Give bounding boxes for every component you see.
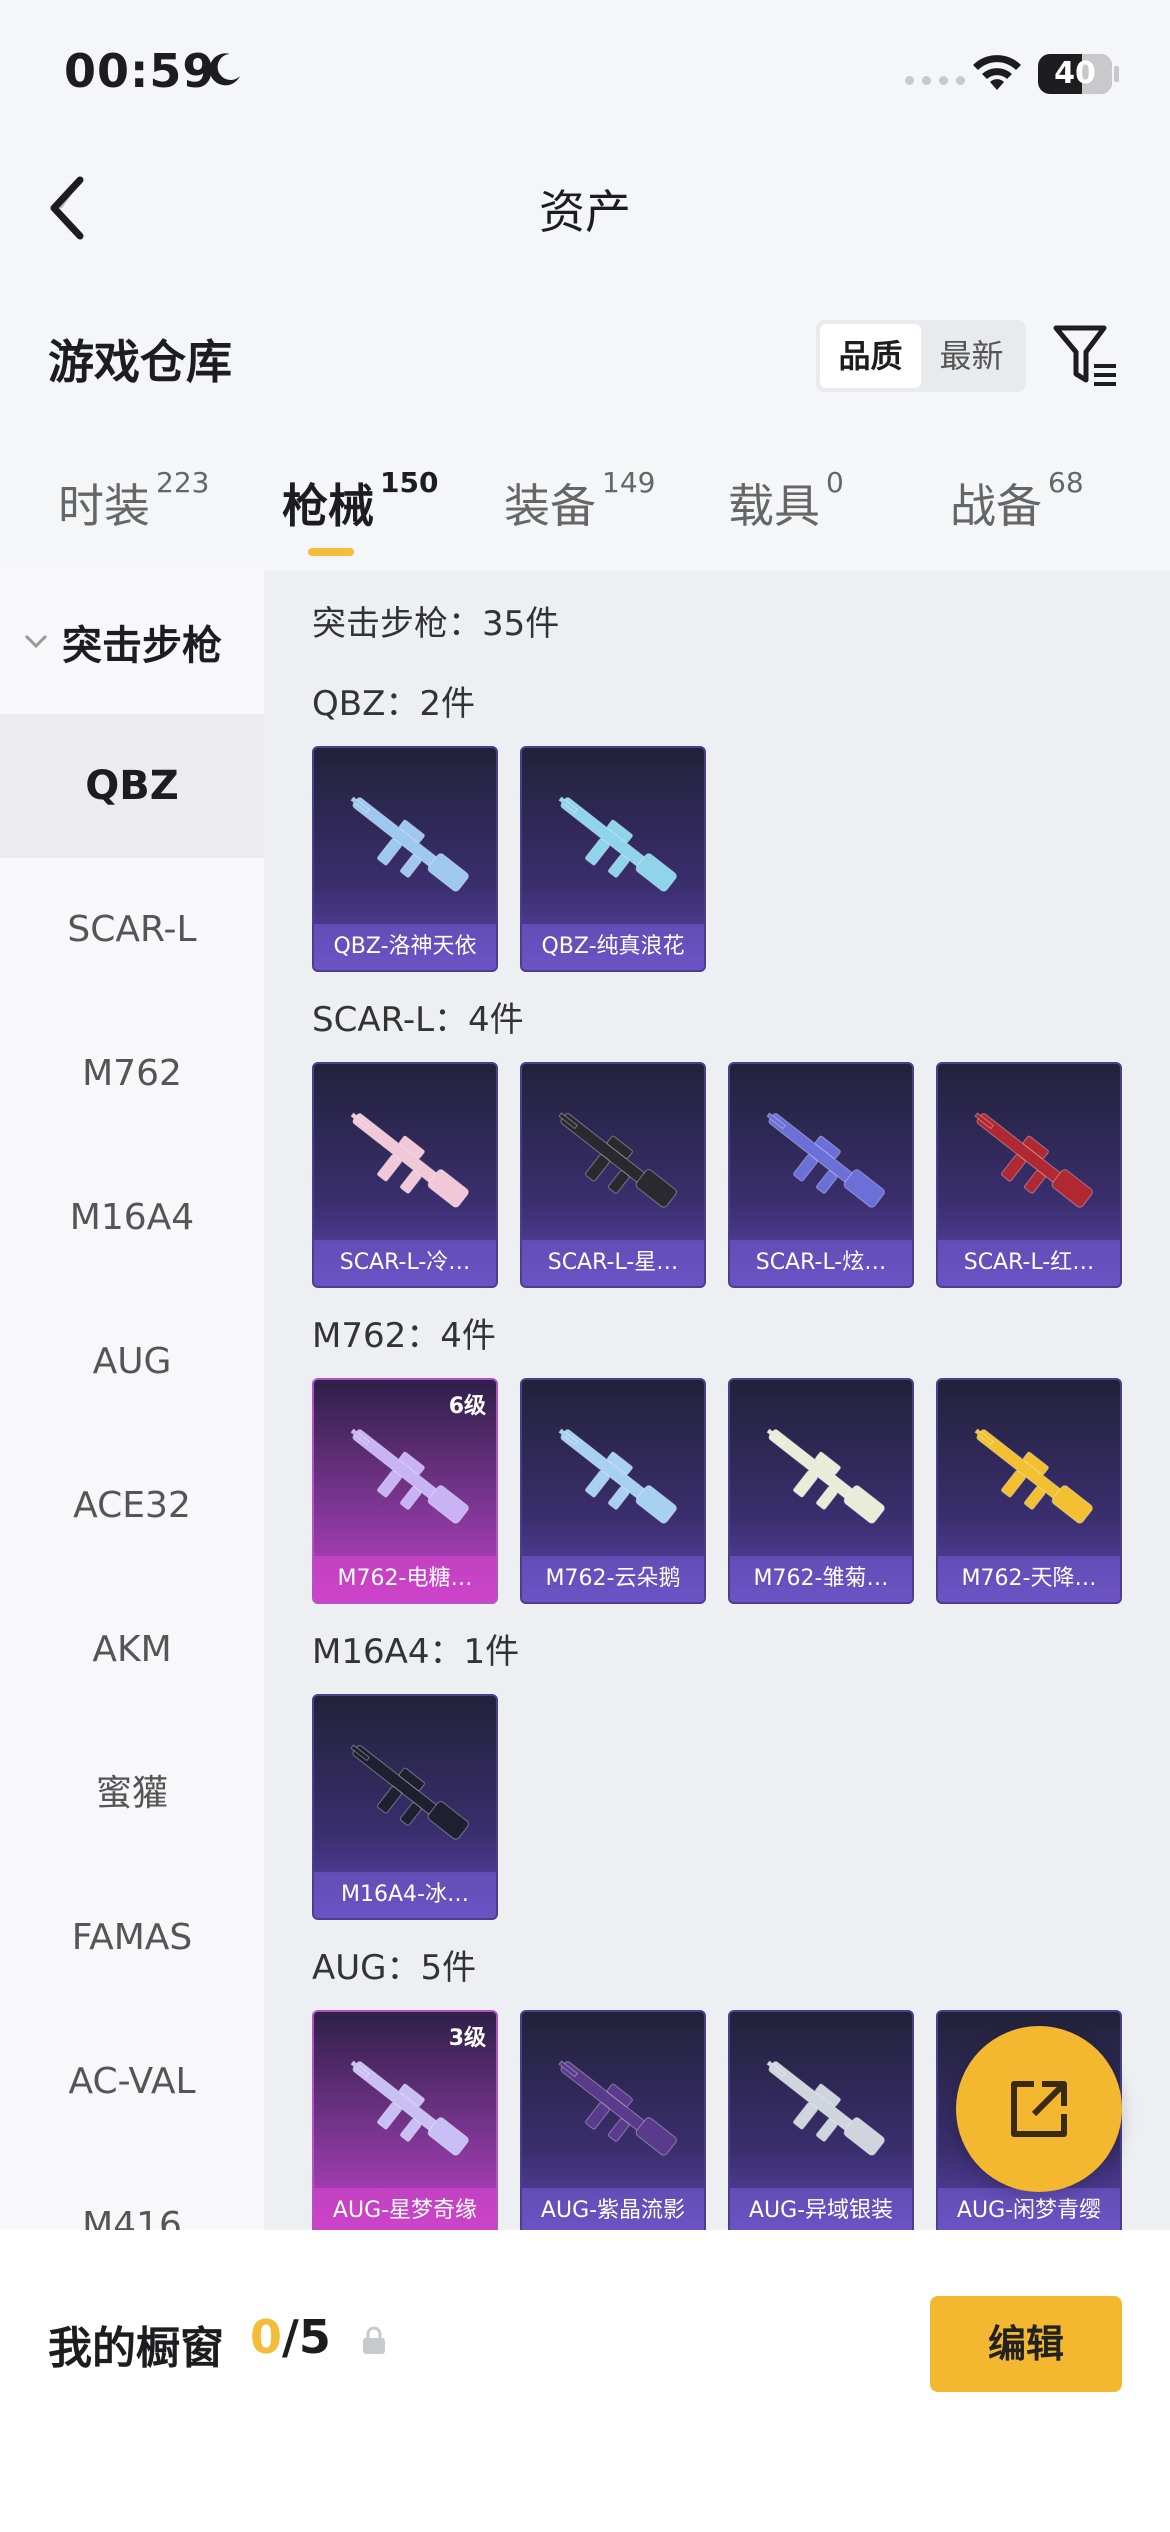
skin-label: SCAR-L-冷… bbox=[314, 1240, 496, 1286]
warehouse-title: 游戏仓库 bbox=[48, 335, 232, 389]
skin-card[interactable]: M762-云朵鹅 bbox=[520, 1378, 706, 1604]
group-title: M16A4：1件 bbox=[312, 1632, 520, 1672]
rifle-icon bbox=[766, 1428, 885, 1524]
sort-quality-button[interactable]: 品质 bbox=[820, 324, 921, 388]
rifle-icon bbox=[350, 796, 469, 892]
moon-icon bbox=[209, 53, 240, 86]
sidebar-item[interactable]: AKM bbox=[0, 1578, 264, 1722]
skin-label: M762-电糖… bbox=[314, 1556, 496, 1602]
sidebar-item[interactable]: AUG bbox=[0, 1290, 264, 1434]
rifle-icon bbox=[350, 1112, 469, 1208]
skin-label: AUG-异域银装 bbox=[730, 2188, 912, 2230]
skin-label: AUG-闲梦青缨 bbox=[938, 2188, 1120, 2230]
skin-card[interactable]: AUG-异域银装 bbox=[728, 2010, 914, 2230]
sidebar-item[interactable]: QBZ bbox=[0, 714, 264, 858]
skin-label: M762-天降… bbox=[938, 1556, 1120, 1602]
page-title: 资产 bbox=[539, 185, 631, 239]
showcase-count: 0/5 bbox=[250, 2310, 331, 2364]
signal-icon bbox=[905, 76, 965, 85]
share-icon bbox=[1011, 2081, 1067, 2137]
skin-level: 3级 bbox=[448, 2026, 486, 2051]
tab-fashion[interactable]: 时装 223 bbox=[58, 466, 209, 536]
skin-card[interactable]: M762-天降… bbox=[936, 1378, 1122, 1604]
tab-equipment[interactable]: 装备 149 bbox=[504, 466, 655, 536]
sidebar-item[interactable]: M762 bbox=[0, 1002, 264, 1146]
weapon-content: 突击步枪：35件 QBZ：2件 QBZ-洛神天依 QBZ-纯真浪花 SCAR-L：4件… bbox=[264, 570, 1170, 2230]
lock-icon bbox=[363, 2326, 385, 2354]
chevron-down-icon bbox=[24, 634, 48, 649]
showcase-bar: 我的橱窗 0/5 编辑 bbox=[0, 2230, 1170, 2532]
skin-label: QBZ-洛神天依 bbox=[314, 924, 496, 970]
skin-card[interactable]: SCAR-L-炫… bbox=[728, 1062, 914, 1288]
sort-toggle: 品质 最新 bbox=[816, 320, 1026, 392]
skin-card[interactable]: QBZ-洛神天依 bbox=[312, 746, 498, 972]
skin-label: SCAR-L-星… bbox=[522, 1240, 704, 1286]
filter-icon[interactable] bbox=[1050, 322, 1120, 390]
sidebar-item[interactable]: M16A4 bbox=[0, 1146, 264, 1290]
share-button[interactable] bbox=[956, 2026, 1122, 2192]
active-tab-indicator bbox=[308, 548, 354, 556]
group-title: SCAR-L：4件 bbox=[312, 1000, 524, 1040]
skin-label: SCAR-L-炫… bbox=[730, 1240, 912, 1286]
tab-vehicles[interactable]: 载具 0 bbox=[728, 466, 844, 536]
group-title: QBZ：2件 bbox=[312, 684, 476, 724]
rifle-icon bbox=[558, 1112, 677, 1208]
skin-card[interactable]: SCAR-L-红… bbox=[936, 1062, 1122, 1288]
skin-label: M762-雏菊… bbox=[730, 1556, 912, 1602]
category-total: 突击步枪：35件 bbox=[312, 604, 560, 644]
tab-guns[interactable]: 枪械 150 bbox=[282, 466, 438, 536]
sidebar-item[interactable]: SCAR-L bbox=[0, 858, 264, 1002]
skin-card[interactable]: SCAR-L-星… bbox=[520, 1062, 706, 1288]
rifle-icon bbox=[766, 1112, 885, 1208]
skin-card[interactable]: M762-雏菊… bbox=[728, 1378, 914, 1604]
wifi-icon bbox=[973, 55, 1021, 90]
sidebar-item[interactable]: ACE32 bbox=[0, 1434, 264, 1578]
rifle-icon bbox=[350, 1744, 469, 1840]
rifle-icon bbox=[558, 796, 677, 892]
sidebar-item[interactable]: M416 bbox=[0, 2154, 264, 2230]
skin-label: M762-云朵鹅 bbox=[522, 1556, 704, 1602]
status-time: 00:59 bbox=[64, 44, 216, 98]
sidebar-item[interactable]: FAMAS bbox=[0, 1866, 264, 2010]
showcase-label: 我的橱窗 bbox=[48, 2323, 224, 2374]
skin-card[interactable]: AUG-紫晶流影 bbox=[520, 2010, 706, 2230]
skin-card[interactable]: 6级 M762-电糖… bbox=[312, 1378, 498, 1604]
skin-label: AUG-星梦奇缘 bbox=[314, 2188, 496, 2230]
category-tabs: 时装 223 枪械 150 装备 149 载具 0 战备 68 bbox=[0, 466, 1170, 566]
skin-label: SCAR-L-红… bbox=[938, 1240, 1120, 1286]
skin-label: AUG-紫晶流影 bbox=[522, 2188, 704, 2230]
rifle-icon bbox=[766, 2060, 885, 2156]
rifle-icon bbox=[974, 1112, 1093, 1208]
rifle-icon bbox=[558, 1428, 677, 1524]
skin-label: M16A4-冰… bbox=[314, 1872, 496, 1918]
rifle-icon bbox=[558, 2060, 677, 2156]
skin-label: QBZ-纯真浪花 bbox=[522, 924, 704, 970]
sort-latest-button[interactable]: 最新 bbox=[921, 324, 1022, 388]
group-title: M762：4件 bbox=[312, 1316, 496, 1356]
sidebar-item[interactable]: 蜜獾 bbox=[0, 1722, 264, 1866]
battery-cap bbox=[1114, 66, 1119, 82]
skin-card[interactable]: M16A4-冰… bbox=[312, 1694, 498, 1920]
sidebar-item[interactable]: AC-VAL bbox=[0, 2010, 264, 2154]
weapon-sidebar: 突击步枪 QBZ SCAR-L M762 M16A4 AUG ACE32 AKM 蜜獾 FAMA… bbox=[0, 570, 264, 2230]
battery-icon: 40 bbox=[1038, 54, 1112, 94]
sidebar-group-assault-rifle[interactable]: 突击步枪 bbox=[0, 570, 264, 714]
battery-percent: 40 bbox=[1054, 56, 1096, 91]
tab-gear[interactable]: 战备 68 bbox=[950, 466, 1084, 536]
skin-card[interactable]: SCAR-L-冷… bbox=[312, 1062, 498, 1288]
rifle-icon bbox=[350, 1428, 469, 1524]
skin-level: 6级 bbox=[448, 1394, 486, 1419]
group-title: AUG：5件 bbox=[312, 1948, 477, 1988]
skin-card[interactable]: QBZ-纯真浪花 bbox=[520, 746, 706, 972]
edit-button[interactable]: 编辑 bbox=[930, 2296, 1122, 2392]
rifle-icon bbox=[350, 2060, 469, 2156]
rifle-icon bbox=[974, 1428, 1093, 1524]
skin-card[interactable]: 3级 AUG-星梦奇缘 bbox=[312, 2010, 498, 2230]
status-bar: 00:59 40 bbox=[0, 0, 1170, 130]
sidebar-group-label: 突击步枪 bbox=[62, 623, 222, 669]
